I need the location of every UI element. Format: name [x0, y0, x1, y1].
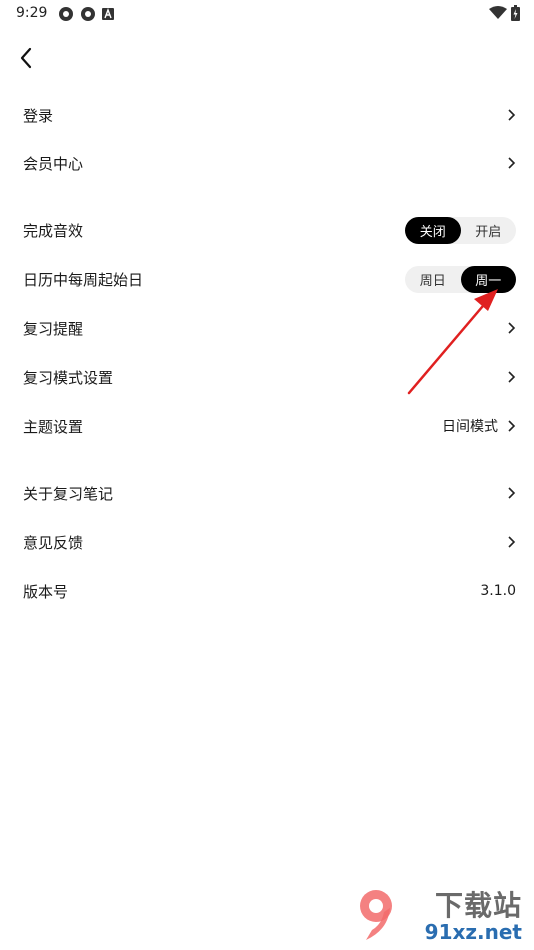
row-label: 会员中心: [23, 154, 84, 173]
chevron-right-icon: [508, 322, 516, 334]
chevron-right-icon: [508, 109, 516, 121]
row-label: 完成音效: [23, 221, 84, 240]
wifi-icon: [489, 6, 507, 19]
status-bar: 9:29: [0, 0, 534, 28]
status-icons-right: [489, 5, 520, 21]
row-label: 版本号: [23, 582, 69, 601]
settings-row-review-mode[interactable]: 复习模式设置: [0, 357, 534, 397]
status-time: 9:29: [16, 5, 48, 21]
settings-row-about[interactable]: 关于复习笔记: [0, 473, 534, 513]
gear-icon: [81, 7, 95, 21]
settings-row-feedback[interactable]: 意见反馈: [0, 522, 534, 562]
back-button[interactable]: [12, 44, 40, 72]
row-label: 复习提醒: [23, 319, 84, 338]
row-label: 日历中每周起始日: [23, 270, 144, 289]
settings-row-review-reminder[interactable]: 复习提醒: [0, 308, 534, 348]
settings-row-version: 版本号 3.1.0: [0, 571, 534, 611]
chevron-right-icon: [508, 420, 516, 432]
settings-row-login[interactable]: 登录: [0, 95, 534, 135]
row-label: 意见反馈: [23, 533, 84, 552]
watermark: 下载站 91xz.net: [352, 884, 522, 944]
watermark-text-top: 下载站: [434, 889, 522, 922]
theme-value: 日间模式: [442, 419, 498, 435]
watermark-text-bottom: 91xz.net: [424, 920, 522, 944]
a-icon: [102, 8, 114, 20]
settings-row-membership[interactable]: 会员中心: [0, 143, 534, 183]
seg-option-off[interactable]: 关闭: [405, 216, 461, 244]
chevron-right-icon: [508, 371, 516, 383]
settings-row-theme[interactable]: 主题设置 日间模式: [0, 406, 534, 446]
row-label: 登录: [23, 106, 54, 125]
status-icons-left: [58, 6, 114, 22]
version-value: 3.1.0: [480, 583, 516, 599]
chevron-left-icon: [20, 47, 32, 69]
seg-option-on[interactable]: 开启: [461, 217, 517, 244]
sound-segmented-control[interactable]: 关闭 开启: [405, 216, 517, 244]
gear-icon: [59, 7, 73, 21]
row-label: 关于复习笔记: [23, 484, 114, 503]
settings-row-completion-sound: 完成音效 关闭 开启: [0, 210, 534, 250]
chevron-right-icon: [508, 487, 516, 499]
chevron-right-icon: [508, 536, 516, 548]
settings-row-week-start: 日历中每周起始日 周日 周一: [0, 259, 534, 299]
site-logo-icon: [360, 890, 392, 940]
chevron-right-icon: [508, 157, 516, 169]
battery-icon: [511, 5, 520, 21]
seg-option-monday[interactable]: 周一: [460, 265, 516, 293]
row-label: 主题设置: [23, 417, 84, 436]
row-label: 复习模式设置: [23, 368, 114, 387]
week-start-segmented-control[interactable]: 周日 周一: [405, 265, 516, 293]
seg-option-sunday[interactable]: 周日: [405, 266, 461, 293]
